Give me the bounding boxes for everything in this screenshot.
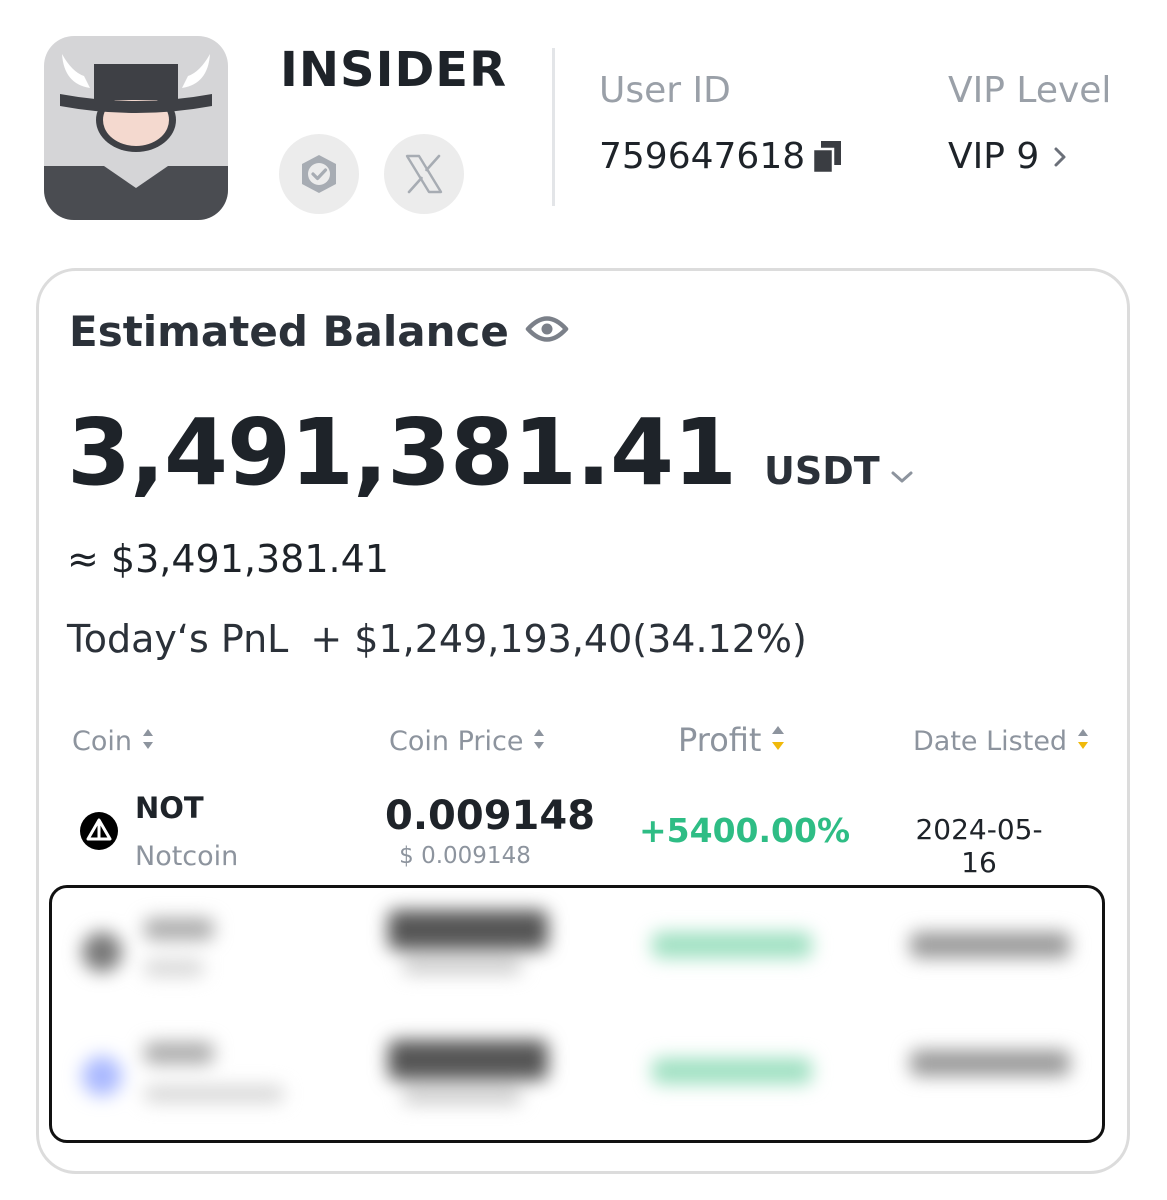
balance-fiat-approx: ≈ $3,491,381.41	[67, 537, 389, 581]
blurred-rows	[49, 885, 1105, 1143]
user-id-label: User ID	[599, 70, 731, 111]
verified-badge-button[interactable]	[279, 134, 359, 214]
coin-date-listed: 2024-05-16	[915, 813, 1043, 879]
chevron-right-icon	[1053, 136, 1067, 177]
column-header-profit-label: Profit	[678, 721, 762, 759]
x-link-button[interactable]	[384, 134, 464, 214]
chevron-down-icon	[890, 449, 914, 493]
copy-icon[interactable]	[811, 139, 843, 175]
coin-name: Notcoin	[135, 841, 239, 872]
sort-icon	[142, 726, 154, 757]
column-header-date-label: Date Listed	[913, 726, 1068, 757]
column-header-price-label: Coin Price	[389, 726, 524, 757]
sort-icon	[533, 726, 545, 757]
vip-level-value: VIP 9	[948, 136, 1040, 177]
eye-icon[interactable]	[525, 307, 569, 356]
balance-row: 3,491,381.41 USDT	[67, 399, 914, 506]
x-logo-icon	[405, 154, 443, 194]
blurred-content	[52, 888, 1102, 1140]
notcoin-logo-icon	[79, 811, 119, 851]
estimated-balance-label: Estimated Balance	[69, 307, 509, 356]
coin-symbol: NOT	[135, 791, 204, 825]
vip-level-link[interactable]: VIP 9	[948, 136, 1067, 177]
sort-icon	[771, 721, 785, 759]
username: INSIDER	[280, 42, 508, 98]
user-id-value: 759647618	[599, 136, 806, 177]
pnl-label: Today‘s PnL	[67, 617, 289, 661]
estimated-balance-title: Estimated Balance	[69, 307, 569, 356]
column-header-price[interactable]: Coin Price	[389, 726, 545, 757]
table-row[interactable]: NOT Notcoin 0.009148 $ 0.009148 +5400.00…	[39, 791, 1127, 881]
currency-label: USDT	[763, 449, 880, 493]
coin-profit: +5400.00%	[639, 811, 851, 850]
coin-price: 0.009148	[385, 793, 596, 839]
balance-amount: 3,491,381.41	[67, 399, 737, 506]
column-header-profit[interactable]: Profit	[678, 721, 785, 759]
coin-price-usd: $ 0.009148	[399, 843, 531, 869]
balance-card: Estimated Balance 3,491,381.41 USDT ≈ $3…	[36, 268, 1130, 1174]
currency-selector[interactable]: USDT	[764, 449, 914, 493]
column-header-coin-label: Coin	[72, 726, 132, 757]
vip-level-label: VIP Level	[948, 70, 1112, 111]
pnl-row: Today‘s PnL + $1,249,193,40(34.12%)	[67, 617, 807, 661]
sort-icon	[1077, 726, 1089, 757]
user-id-row: 759647618	[599, 136, 843, 177]
pnl-value: + $1,249,193,40(34.12%)	[310, 617, 807, 661]
column-header-date[interactable]: Date Listed	[913, 726, 1089, 757]
header-divider	[552, 48, 555, 206]
verified-badge-icon	[302, 155, 336, 193]
column-header-coin[interactable]: Coin	[72, 726, 154, 757]
avatar	[44, 36, 228, 220]
